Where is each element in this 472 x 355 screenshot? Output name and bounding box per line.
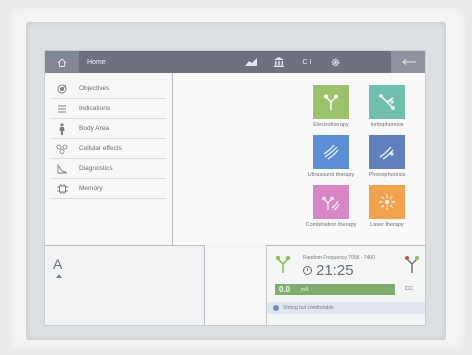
side-menu: Objectives Indications Body Area Cellula… <box>45 73 173 245</box>
channel-a-panel[interactable]: A <box>45 245 205 325</box>
menu-item-label: Objectives <box>79 85 110 92</box>
settings-button[interactable] <box>321 51 349 73</box>
library-button[interactable] <box>265 51 293 73</box>
program-label: Random Frequency 7096 - 7400 <box>303 255 375 261</box>
body-icon <box>51 119 73 139</box>
electrode-plus-minus-icon[interactable] <box>403 254 421 274</box>
treatment-timer: 21:25 <box>303 262 354 279</box>
memory-icon <box>51 179 73 199</box>
page-title: Home <box>87 58 106 66</box>
channel-letter: A <box>53 256 63 272</box>
home-icon <box>57 57 67 67</box>
menu-item-label: Memory <box>79 185 103 192</box>
clock-icon <box>303 266 312 275</box>
up-triangle-icon <box>56 274 62 278</box>
menu-item-cellular-effects[interactable]: Cellular effects <box>51 139 166 159</box>
tile-combination[interactable] <box>313 185 349 219</box>
tile-label: Ultrasound therapy <box>307 172 355 178</box>
laser-icon <box>379 194 395 210</box>
tile-ultrasound[interactable] <box>313 135 349 169</box>
target-icon <box>51 79 73 99</box>
info-counter[interactable]: C I <box>293 51 321 73</box>
tile-label: Electrotherapy <box>313 122 349 128</box>
top-bar: Home C I <box>45 51 425 73</box>
back-button[interactable] <box>391 51 425 73</box>
home-button[interactable] <box>45 51 79 73</box>
timer-value: 21:25 <box>316 262 354 279</box>
device-screen: Home C I Objectives Indications Body Are… <box>44 50 426 326</box>
tile-electrotherapy[interactable] <box>313 85 349 119</box>
tile-iontophoresis[interactable] <box>369 85 405 119</box>
menu-item-label: Body Area <box>79 125 109 132</box>
mode-label: CC <box>405 286 413 292</box>
counter-text: C I <box>302 58 312 66</box>
cells-icon <box>51 139 73 159</box>
combination-icon <box>322 196 340 211</box>
tile-laser[interactable] <box>369 185 405 219</box>
graph-button[interactable] <box>237 51 265 73</box>
intensity-bar[interactable]: 0.0 mA <box>275 284 395 295</box>
back-arrow-icon <box>402 59 416 65</box>
intensity-unit: mA <box>301 287 309 293</box>
menu-item-objectives[interactable]: Objectives <box>51 79 166 99</box>
menu-item-indications[interactable]: Indications <box>51 99 166 119</box>
menu-item-memory[interactable]: Memory <box>51 179 166 199</box>
menu-item-body-area[interactable]: Body Area <box>51 119 166 139</box>
electrode-icon <box>324 94 338 110</box>
info-icon <box>273 305 279 311</box>
library-icon <box>274 57 284 67</box>
tile-label: Laser therapy <box>370 222 404 228</box>
graph-icon <box>245 58 257 66</box>
status-strip: Strong but comfortable <box>267 302 425 314</box>
menu-item-label: Indications <box>79 105 111 112</box>
status-text: Strong but comfortable <box>283 305 334 311</box>
treatment-panel[interactable]: Random Frequency 7096 - 7400 21:25 0.0 m… <box>266 245 425 325</box>
therapy-area: Electrotherapy Iontophoresis Ultrasound … <box>173 73 425 245</box>
gear-icon <box>331 58 339 66</box>
tile-label: Phonophoresis <box>368 172 406 178</box>
tile-phonophoresis[interactable] <box>369 135 405 169</box>
tile-label: Iontophoresis <box>370 122 404 128</box>
curve-icon <box>51 159 73 179</box>
menu-item-label: Cellular effects <box>79 145 122 152</box>
ionto-icon <box>379 94 395 110</box>
ultrasound-icon <box>323 144 339 160</box>
phono-icon <box>379 146 394 160</box>
intensity-value: 0.0 <box>279 285 291 294</box>
menu-item-label: Diagnostics <box>79 165 113 172</box>
list-icon <box>51 99 73 119</box>
menu-item-diagnostics[interactable]: Diagnostics <box>51 159 166 179</box>
tile-label: Combination therapy <box>305 222 357 228</box>
electrode-icon <box>275 255 291 273</box>
